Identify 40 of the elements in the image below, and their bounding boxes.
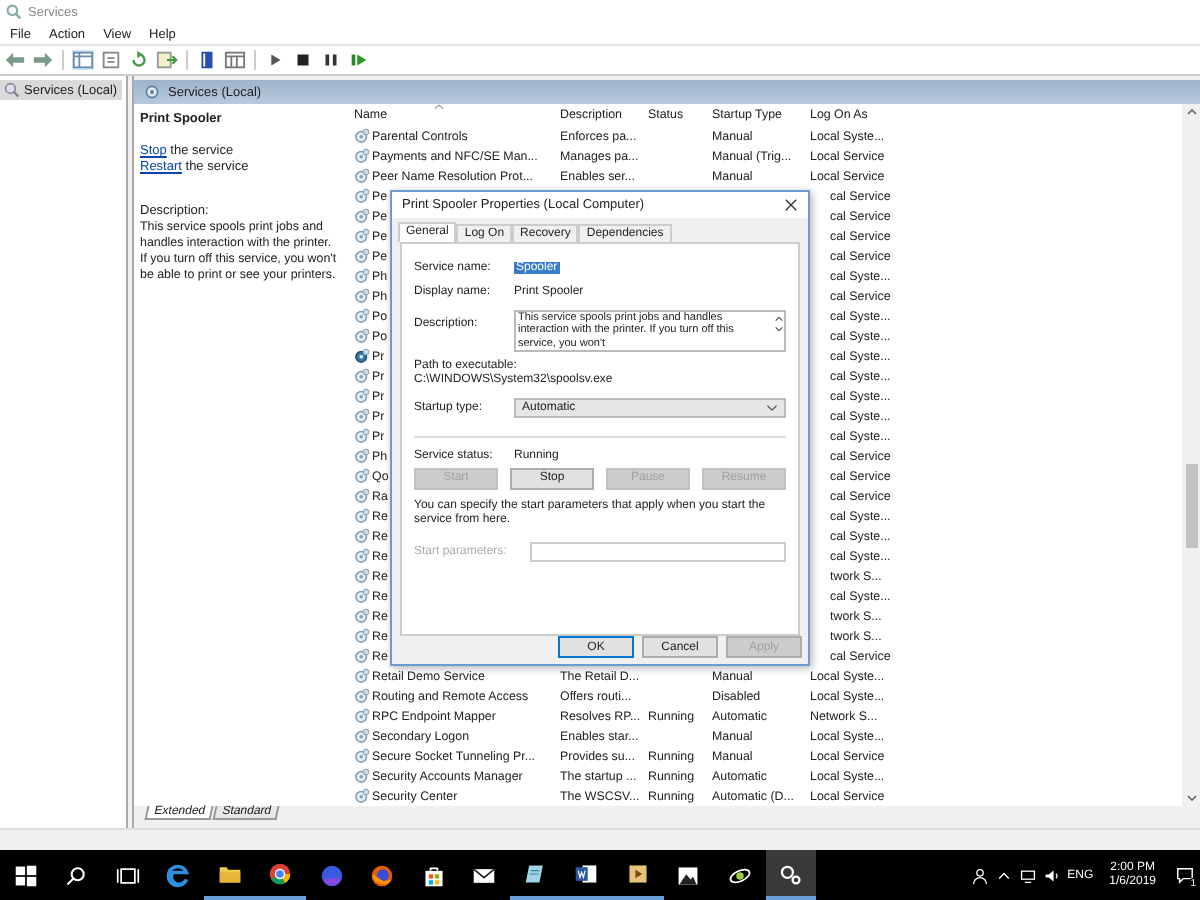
dropdown-caret-icon: [766, 403, 778, 412]
task-view-icon: [115, 863, 140, 887]
pause-icon[interactable]: [320, 50, 342, 70]
message-icon: [1175, 866, 1193, 884]
gear-icon: [144, 84, 160, 100]
search-icon: [64, 863, 89, 887]
refresh-icon[interactable]: [128, 50, 150, 70]
network-icon[interactable]: [1019, 867, 1036, 883]
gears-icon: [778, 861, 803, 885]
view-icon[interactable]: [224, 50, 246, 70]
scrollbar[interactable]: [1182, 104, 1200, 806]
person-icon[interactable]: [971, 867, 988, 883]
export-icon[interactable]: [156, 50, 178, 70]
stop-icon[interactable]: [292, 50, 314, 70]
video-icon: [625, 861, 650, 885]
swirl-icon: [727, 863, 752, 887]
properties-icon[interactable]: [100, 50, 122, 70]
taskbar-button[interactable]: [765, 850, 816, 900]
start-icon: [13, 863, 38, 887]
image-icon: [676, 863, 701, 887]
envelope-icon: [472, 863, 497, 887]
folder-icon: [217, 861, 242, 885]
back-arrow-icon[interactable]: [4, 50, 26, 70]
forward-arrow-icon[interactable]: [32, 50, 54, 70]
notepad-icon: [523, 861, 548, 885]
scroll-up-icon[interactable]: [1185, 108, 1197, 116]
help-book-icon[interactable]: [196, 50, 218, 70]
round-browser-icon: [268, 861, 293, 885]
scroll-arrows-icon[interactable]: [774, 311, 784, 336]
restart-icon[interactable]: [348, 50, 370, 70]
document-icon: [574, 861, 599, 885]
volume-icon[interactable]: [1043, 867, 1060, 883]
caret-icon[interactable]: [995, 867, 1012, 883]
sort-caret-icon: [434, 104, 444, 110]
letter-e-icon: [166, 863, 191, 887]
scroll-down-icon[interactable]: [1185, 794, 1197, 802]
magnifier-icon: [4, 82, 20, 98]
shopping-bag-icon: [421, 863, 446, 887]
close-icon[interactable]: [784, 197, 798, 212]
pane-icon[interactable]: [72, 50, 94, 70]
